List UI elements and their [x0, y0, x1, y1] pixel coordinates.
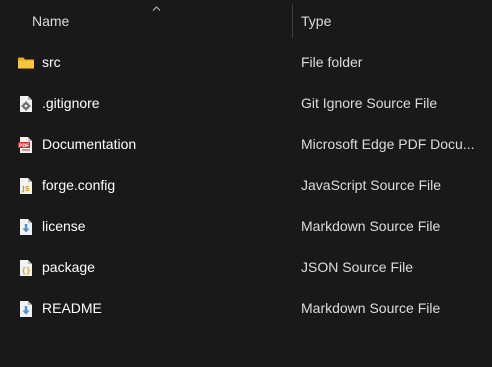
file-name: README	[42, 300, 102, 316]
markdown-file-icon	[17, 300, 35, 318]
file-type: JSON Source File	[301, 259, 414, 275]
sort-ascending-icon	[152, 4, 161, 13]
file-row-src[interactable]: src File folder	[0, 42, 492, 83]
file-row-readme[interactable]: README Markdown Source File	[0, 288, 492, 329]
file-row-package[interactable]: {} package JSON Source File	[0, 247, 492, 288]
js-file-icon: JS	[17, 177, 35, 195]
file-name: forge.config	[42, 177, 116, 193]
markdown-file-icon	[17, 218, 35, 236]
svg-text:JS: JS	[21, 185, 30, 193]
pdf-file-icon: PDF	[17, 136, 35, 154]
file-name: package	[42, 259, 95, 275]
file-explorer-details-view: Name Type src File folder .gitignore Git…	[0, 0, 492, 367]
file-type: Markdown Source File	[301, 218, 441, 234]
file-row-documentation[interactable]: PDF Documentation Microsoft Edge PDF Doc…	[0, 124, 492, 165]
file-name: license	[42, 218, 86, 234]
column-header-row: Name Type	[0, 0, 492, 42]
column-header-name-label: Name	[32, 13, 70, 29]
file-list: src File folder .gitignore Git Ignore So…	[0, 42, 492, 329]
json-file-icon: {}	[17, 259, 35, 277]
svg-text:{}: {}	[21, 266, 30, 275]
file-row-license[interactable]: license Markdown Source File	[0, 206, 492, 247]
file-row-forge-config[interactable]: JS forge.config JavaScript Source File	[0, 165, 492, 206]
file-name: src	[42, 54, 61, 70]
file-type: File folder	[301, 54, 363, 70]
column-header-type[interactable]: Type	[293, 0, 492, 42]
svg-text:PDF: PDF	[19, 143, 29, 149]
file-name: .gitignore	[42, 95, 100, 111]
column-header-type-label: Type	[301, 13, 332, 29]
file-type: Markdown Source File	[301, 300, 441, 316]
file-type: Microsoft Edge PDF Docu...	[301, 136, 475, 152]
gear-file-icon	[17, 95, 35, 113]
file-name: Documentation	[42, 136, 137, 152]
file-type: JavaScript Source File	[301, 177, 442, 193]
folder-icon	[17, 54, 35, 72]
column-header-name[interactable]: Name	[0, 0, 292, 42]
file-type: Git Ignore Source File	[301, 95, 438, 111]
file-row-gitignore[interactable]: .gitignore Git Ignore Source File	[0, 83, 492, 124]
